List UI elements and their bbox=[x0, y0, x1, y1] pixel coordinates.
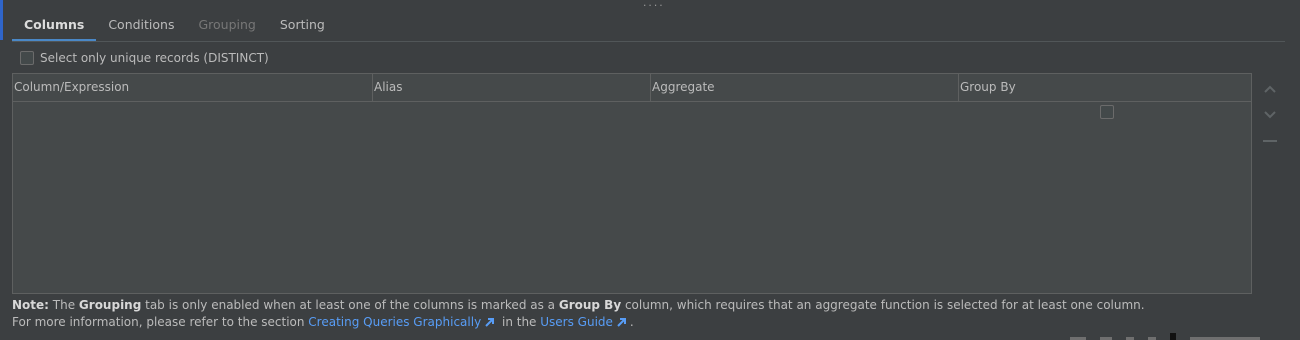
tab-grouping: Grouping bbox=[198, 17, 256, 32]
help-note: Note: The Grouping tab is only enabled w… bbox=[12, 297, 1292, 331]
creating-queries-link[interactable]: Creating Queries Graphically bbox=[308, 315, 481, 329]
tab-sorting[interactable]: Sorting bbox=[268, 8, 337, 42]
query-builder-panel: .... Columns Conditions Grouping Sorting… bbox=[0, 0, 1300, 340]
external-link-icon[interactable] bbox=[616, 317, 627, 328]
window-edge-accent bbox=[0, 0, 3, 40]
note-line-2: For more information, please refer to th… bbox=[12, 314, 1292, 331]
table-header: Column/Expression Alias Aggregate Group … bbox=[13, 74, 1251, 102]
column-header-alias[interactable]: Alias bbox=[373, 74, 651, 101]
users-guide-link[interactable]: Users Guide bbox=[540, 315, 613, 329]
panel-resize-handle[interactable]: .... bbox=[642, 0, 664, 9]
note-text: tab is only enabled when at least one of… bbox=[141, 298, 559, 312]
note-text: For more information, please refer to th… bbox=[12, 315, 309, 329]
tab-columns[interactable]: Columns bbox=[12, 8, 97, 42]
move-down-button[interactable] bbox=[1258, 102, 1282, 128]
move-up-button[interactable] bbox=[1258, 76, 1282, 102]
external-link-icon[interactable] bbox=[484, 317, 495, 328]
table-body[interactable] bbox=[13, 102, 1251, 294]
group-by-checkbox[interactable] bbox=[1100, 105, 1114, 119]
note-text: . bbox=[629, 315, 634, 329]
column-header-aggregate[interactable]: Aggregate bbox=[651, 74, 959, 101]
note-text: in the bbox=[498, 315, 541, 329]
distinct-option[interactable]: Select only unique records (DISTINCT) bbox=[20, 49, 269, 67]
note-text: column, which requires that an aggregate… bbox=[621, 298, 1145, 312]
move-down-icon bbox=[1264, 111, 1276, 119]
tab-conditions[interactable]: Conditions bbox=[96, 8, 186, 42]
note-group-by: Group By bbox=[558, 298, 622, 312]
note-prefix: Note: bbox=[12, 298, 49, 312]
note-text: The bbox=[48, 298, 79, 312]
column-header-group-by[interactable]: Group By bbox=[959, 74, 1251, 101]
note-grouping: Grouping bbox=[78, 298, 142, 312]
note-line-1: Note: The Grouping tab is only enabled w… bbox=[12, 297, 1292, 314]
move-up-icon bbox=[1264, 85, 1276, 93]
remove-button[interactable] bbox=[1258, 128, 1282, 154]
tab-bar: Columns Conditions Grouping Sorting bbox=[12, 8, 337, 42]
column-header-expression[interactable]: Column/Expression bbox=[13, 74, 373, 101]
columns-table: Column/Expression Alias Aggregate Group … bbox=[12, 73, 1252, 294]
status-indicator bbox=[1170, 333, 1176, 340]
status-bar-fragment bbox=[1070, 333, 1300, 340]
distinct-checkbox[interactable] bbox=[20, 51, 34, 65]
row-toolbar bbox=[1258, 76, 1282, 154]
distinct-label[interactable]: Select only unique records (DISTINCT) bbox=[40, 51, 269, 65]
tab-divider bbox=[12, 41, 1285, 42]
remove-icon bbox=[1263, 140, 1277, 142]
